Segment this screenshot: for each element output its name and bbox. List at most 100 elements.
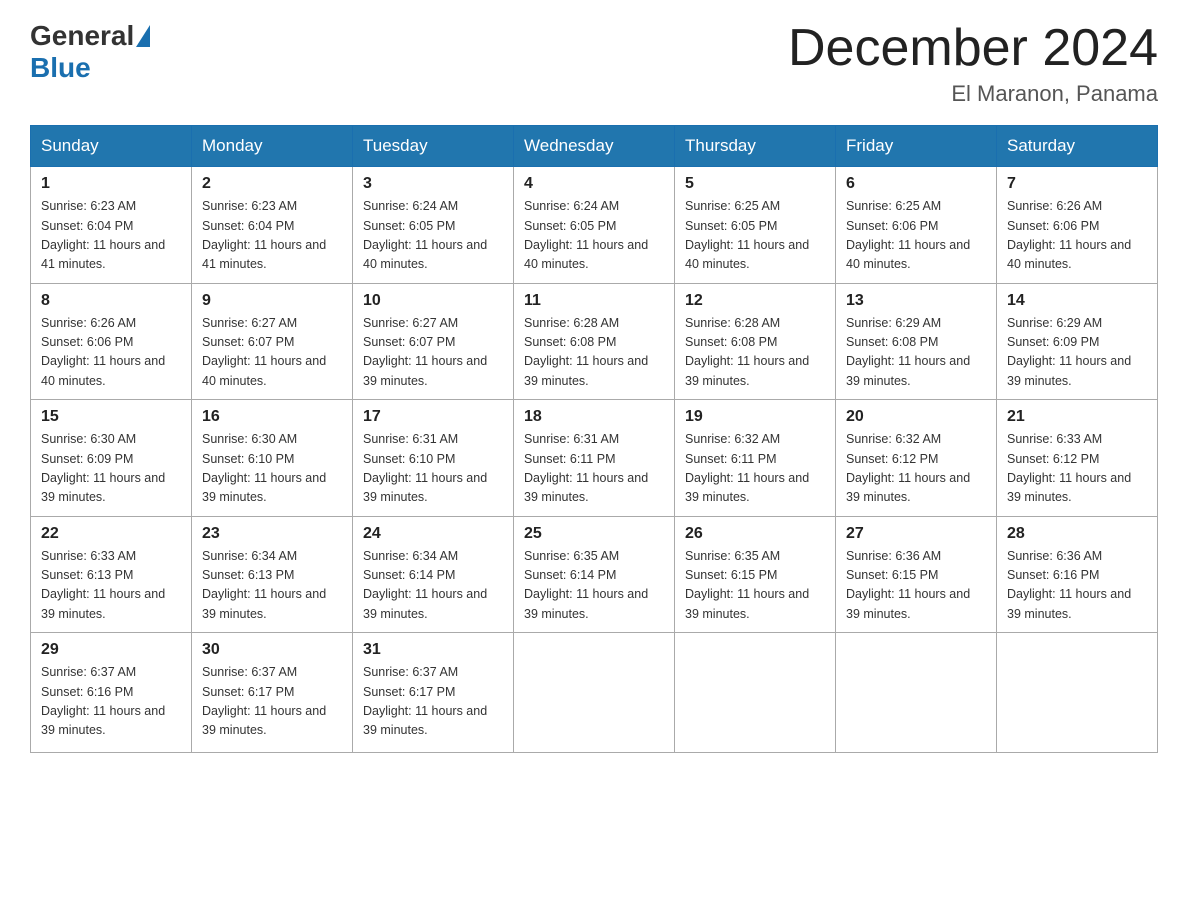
day-info: Sunrise: 6:29 AMSunset: 6:09 PMDaylight:… bbox=[1007, 314, 1147, 392]
day-info: Sunrise: 6:36 AMSunset: 6:16 PMDaylight:… bbox=[1007, 547, 1147, 625]
day-info: Sunrise: 6:23 AMSunset: 6:04 PMDaylight:… bbox=[202, 197, 342, 275]
day-number: 30 bbox=[202, 641, 342, 659]
day-number: 6 bbox=[846, 175, 986, 193]
calendar-cell: 5 Sunrise: 6:25 AMSunset: 6:05 PMDaylight… bbox=[675, 167, 836, 284]
day-info: Sunrise: 6:33 AMSunset: 6:12 PMDaylight:… bbox=[1007, 430, 1147, 508]
calendar-table: SundayMondayTuesdayWednesdayThursdayFrid… bbox=[30, 125, 1158, 753]
calendar-cell: 11Sunrise: 6:28 AMSunset: 6:08 PMDayligh… bbox=[514, 283, 675, 400]
day-number: 22 bbox=[41, 525, 181, 543]
calendar-cell: 17 Sunrise: 6:31 AMSunset: 6:10 PMDayligh… bbox=[353, 400, 514, 517]
day-number: 21 bbox=[1007, 408, 1147, 426]
calendar-cell: 30 Sunrise: 6:37 AMSunset: 6:17 PMDayligh… bbox=[192, 633, 353, 753]
page-header: General Blue December 2024 El Maranon, P… bbox=[30, 20, 1158, 107]
calendar-cell: 1 Sunrise: 6:23 AMSunset: 6:04 PMDaylight… bbox=[31, 167, 192, 284]
calendar-cell: 22 Sunrise: 6:33 AMSunset: 6:13 PMDayligh… bbox=[31, 516, 192, 633]
calendar-cell: 9Sunrise: 6:27 AMSunset: 6:07 PMDaylight… bbox=[192, 283, 353, 400]
calendar-cell: 10 Sunrise: 6:27 AMSunset: 6:07 PMDayligh… bbox=[353, 283, 514, 400]
calendar-cell: 2 Sunrise: 6:23 AMSunset: 6:04 PMDaylight… bbox=[192, 167, 353, 284]
day-number: 5 bbox=[685, 175, 825, 193]
calendar-cell: 25 Sunrise: 6:35 AMSunset: 6:14 PMDayligh… bbox=[514, 516, 675, 633]
day-number: 8 bbox=[41, 292, 181, 310]
calendar-cell: 15Sunrise: 6:30 AMSunset: 6:09 PMDayligh… bbox=[31, 400, 192, 517]
day-info: Sunrise: 6:26 AMSunset: 6:06 PMDaylight:… bbox=[41, 314, 181, 392]
day-info: Sunrise: 6:30 AMSunset: 6:09 PMDaylight:… bbox=[41, 430, 181, 508]
calendar-header-wednesday: Wednesday bbox=[514, 126, 675, 167]
calendar-week-row: 1 Sunrise: 6:23 AMSunset: 6:04 PMDaylight… bbox=[31, 167, 1158, 284]
day-info: Sunrise: 6:32 AMSunset: 6:12 PMDaylight:… bbox=[846, 430, 986, 508]
day-number: 24 bbox=[363, 525, 503, 543]
day-info: Sunrise: 6:37 AMSunset: 6:17 PMDaylight:… bbox=[363, 663, 503, 741]
calendar-week-row: 29 Sunrise: 6:37 AMSunset: 6:16 PMDayligh… bbox=[31, 633, 1158, 753]
calendar-cell: 21 Sunrise: 6:33 AMSunset: 6:12 PMDayligh… bbox=[997, 400, 1158, 517]
day-number: 4 bbox=[524, 175, 664, 193]
day-number: 26 bbox=[685, 525, 825, 543]
day-info: Sunrise: 6:24 AMSunset: 6:05 PMDaylight:… bbox=[363, 197, 503, 275]
calendar-header-monday: Monday bbox=[192, 126, 353, 167]
day-number: 29 bbox=[41, 641, 181, 659]
day-number: 19 bbox=[685, 408, 825, 426]
day-number: 1 bbox=[41, 175, 181, 193]
day-number: 20 bbox=[846, 408, 986, 426]
day-info: Sunrise: 6:35 AMSunset: 6:14 PMDaylight:… bbox=[524, 547, 664, 625]
calendar-cell: 18Sunrise: 6:31 AMSunset: 6:11 PMDayligh… bbox=[514, 400, 675, 517]
logo: General Blue bbox=[30, 20, 152, 84]
calendar-cell bbox=[514, 633, 675, 753]
day-number: 17 bbox=[363, 408, 503, 426]
day-info: Sunrise: 6:37 AMSunset: 6:16 PMDaylight:… bbox=[41, 663, 181, 741]
calendar-week-row: 22 Sunrise: 6:33 AMSunset: 6:13 PMDayligh… bbox=[31, 516, 1158, 633]
calendar-cell: 16Sunrise: 6:30 AMSunset: 6:10 PMDayligh… bbox=[192, 400, 353, 517]
calendar-cell: 14 Sunrise: 6:29 AMSunset: 6:09 PMDayligh… bbox=[997, 283, 1158, 400]
calendar-cell: 19Sunrise: 6:32 AMSunset: 6:11 PMDayligh… bbox=[675, 400, 836, 517]
day-info: Sunrise: 6:29 AMSunset: 6:08 PMDaylight:… bbox=[846, 314, 986, 392]
day-number: 18 bbox=[524, 408, 664, 426]
day-info: Sunrise: 6:34 AMSunset: 6:14 PMDaylight:… bbox=[363, 547, 503, 625]
day-number: 7 bbox=[1007, 175, 1147, 193]
calendar-cell: 13Sunrise: 6:29 AMSunset: 6:08 PMDayligh… bbox=[836, 283, 997, 400]
calendar-week-row: 15Sunrise: 6:30 AMSunset: 6:09 PMDayligh… bbox=[31, 400, 1158, 517]
day-info: Sunrise: 6:27 AMSunset: 6:07 PMDaylight:… bbox=[202, 314, 342, 392]
day-info: Sunrise: 6:36 AMSunset: 6:15 PMDaylight:… bbox=[846, 547, 986, 625]
calendar-cell: 23 Sunrise: 6:34 AMSunset: 6:13 PMDayligh… bbox=[192, 516, 353, 633]
calendar-cell: 8 Sunrise: 6:26 AMSunset: 6:06 PMDaylight… bbox=[31, 283, 192, 400]
calendar-cell: 4 Sunrise: 6:24 AMSunset: 6:05 PMDaylight… bbox=[514, 167, 675, 284]
calendar-cell: 27 Sunrise: 6:36 AMSunset: 6:15 PMDayligh… bbox=[836, 516, 997, 633]
day-info: Sunrise: 6:24 AMSunset: 6:05 PMDaylight:… bbox=[524, 197, 664, 275]
calendar-cell: 3 Sunrise: 6:24 AMSunset: 6:05 PMDaylight… bbox=[353, 167, 514, 284]
day-info: Sunrise: 6:27 AMSunset: 6:07 PMDaylight:… bbox=[363, 314, 503, 392]
calendar-week-row: 8 Sunrise: 6:26 AMSunset: 6:06 PMDaylight… bbox=[31, 283, 1158, 400]
day-number: 3 bbox=[363, 175, 503, 193]
day-number: 2 bbox=[202, 175, 342, 193]
calendar-cell: 31 Sunrise: 6:37 AMSunset: 6:17 PMDayligh… bbox=[353, 633, 514, 753]
calendar-header-tuesday: Tuesday bbox=[353, 126, 514, 167]
day-info: Sunrise: 6:34 AMSunset: 6:13 PMDaylight:… bbox=[202, 547, 342, 625]
calendar-cell: 20 Sunrise: 6:32 AMSunset: 6:12 PMDayligh… bbox=[836, 400, 997, 517]
calendar-header-row: SundayMondayTuesdayWednesdayThursdayFrid… bbox=[31, 126, 1158, 167]
month-title: December 2024 bbox=[788, 20, 1158, 77]
day-info: Sunrise: 6:28 AMSunset: 6:08 PMDaylight:… bbox=[524, 314, 664, 392]
day-number: 27 bbox=[846, 525, 986, 543]
day-number: 23 bbox=[202, 525, 342, 543]
day-info: Sunrise: 6:28 AMSunset: 6:08 PMDaylight:… bbox=[685, 314, 825, 392]
day-info: Sunrise: 6:23 AMSunset: 6:04 PMDaylight:… bbox=[41, 197, 181, 275]
day-number: 10 bbox=[363, 292, 503, 310]
logo-blue-text: Blue bbox=[30, 52, 91, 83]
calendar-cell: 24 Sunrise: 6:34 AMSunset: 6:14 PMDayligh… bbox=[353, 516, 514, 633]
day-number: 12 bbox=[685, 292, 825, 310]
calendar-cell: 28 Sunrise: 6:36 AMSunset: 6:16 PMDayligh… bbox=[997, 516, 1158, 633]
day-info: Sunrise: 6:31 AMSunset: 6:10 PMDaylight:… bbox=[363, 430, 503, 508]
calendar-cell bbox=[836, 633, 997, 753]
day-info: Sunrise: 6:26 AMSunset: 6:06 PMDaylight:… bbox=[1007, 197, 1147, 275]
location-subtitle: El Maranon, Panama bbox=[788, 81, 1158, 107]
day-info: Sunrise: 6:25 AMSunset: 6:06 PMDaylight:… bbox=[846, 197, 986, 275]
day-number: 28 bbox=[1007, 525, 1147, 543]
day-info: Sunrise: 6:37 AMSunset: 6:17 PMDaylight:… bbox=[202, 663, 342, 741]
calendar-cell: 12 Sunrise: 6:28 AMSunset: 6:08 PMDayligh… bbox=[675, 283, 836, 400]
day-info: Sunrise: 6:30 AMSunset: 6:10 PMDaylight:… bbox=[202, 430, 342, 508]
day-number: 31 bbox=[363, 641, 503, 659]
day-number: 25 bbox=[524, 525, 664, 543]
calendar-cell: 7 Sunrise: 6:26 AMSunset: 6:06 PMDaylight… bbox=[997, 167, 1158, 284]
logo-triangle-icon bbox=[136, 25, 150, 47]
day-info: Sunrise: 6:33 AMSunset: 6:13 PMDaylight:… bbox=[41, 547, 181, 625]
day-number: 14 bbox=[1007, 292, 1147, 310]
day-info: Sunrise: 6:25 AMSunset: 6:05 PMDaylight:… bbox=[685, 197, 825, 275]
